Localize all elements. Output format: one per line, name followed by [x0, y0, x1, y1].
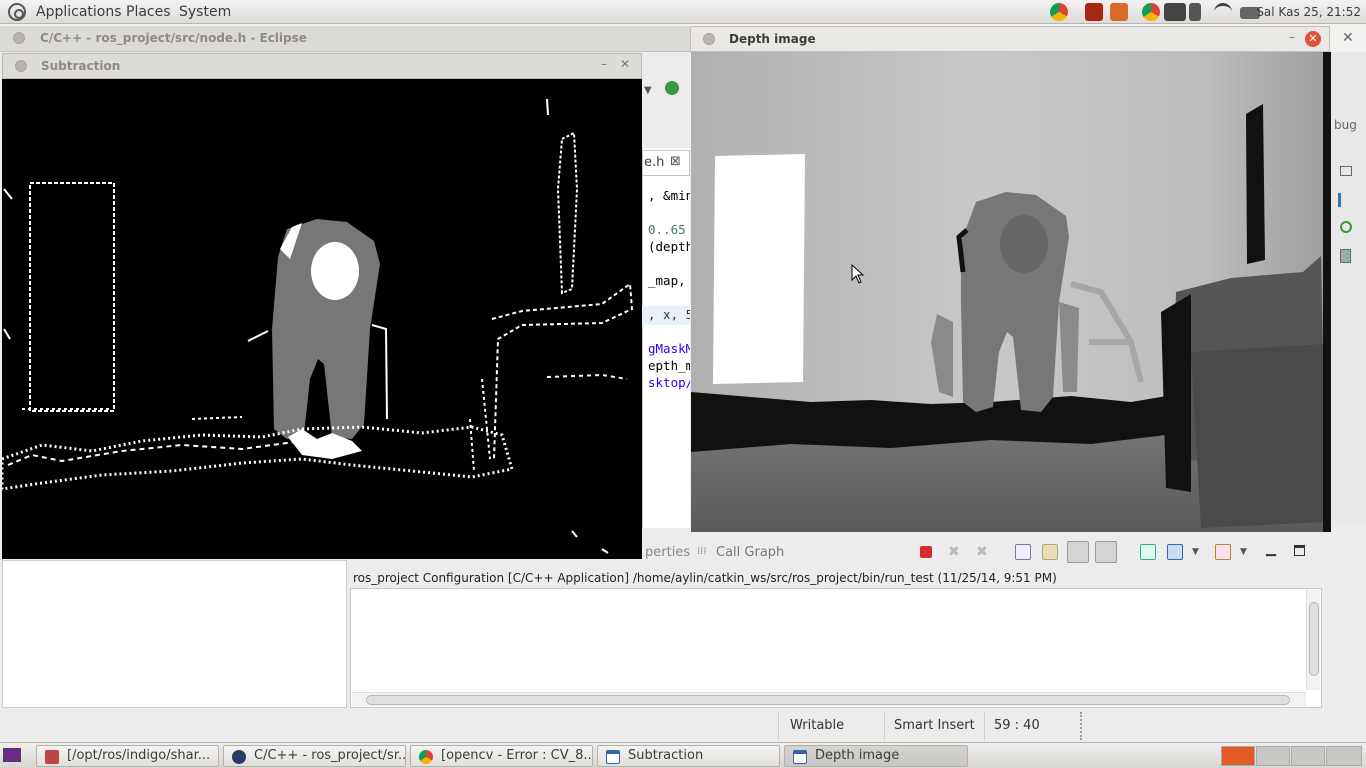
- subtraction-title: Subtraction: [41, 59, 121, 73]
- chevron-down-icon[interactable]: ▼: [1240, 547, 1247, 557]
- code-editor[interactable]: [642, 148, 690, 528]
- top-panel: Applications Places System Sal Kas 25, 2…: [0, 0, 1366, 24]
- depth-image-title: Depth image: [729, 32, 816, 46]
- clear-console-icon[interactable]: [1015, 544, 1031, 560]
- workspace-3[interactable]: [1291, 746, 1325, 766]
- window-icon: [793, 750, 807, 764]
- code-line: _map,: [648, 273, 686, 288]
- run-icon[interactable]: [665, 81, 679, 95]
- depth-image: [691, 52, 1331, 532]
- status-writable: Writable: [790, 718, 845, 733]
- eclipse-icon: [232, 750, 246, 764]
- workspace-4[interactable]: [1326, 746, 1362, 766]
- show-stdout-icon[interactable]: [1067, 541, 1089, 563]
- depth-image-titlebar[interactable]: Depth image – ✕: [690, 26, 1330, 52]
- maximize-view-icon[interactable]: [1294, 545, 1305, 556]
- remove-all-icon[interactable]: ✖: [976, 544, 992, 560]
- left-view-pane: [2, 560, 347, 708]
- console-launch-description: ros_project Configuration [C/C++ Applica…: [353, 571, 1057, 585]
- tab-close-icon[interactable]: ⊠: [670, 154, 681, 169]
- remove-launch-icon[interactable]: ✖: [948, 544, 964, 560]
- menu-system[interactable]: System: [179, 4, 231, 20]
- status-insert-mode: Smart Insert: [894, 718, 975, 733]
- status-cursor-position: 59 : 40: [994, 718, 1040, 733]
- keyboard-icon[interactable]: [1164, 3, 1186, 21]
- menu-places[interactable]: Places: [126, 4, 171, 20]
- console-horizontal-scrollbar[interactable]: [352, 692, 1306, 706]
- outline-icon[interactable]: [1338, 193, 1352, 207]
- editor-tab-label: e.h: [644, 155, 665, 170]
- terminal-icon: [45, 750, 59, 764]
- editor-tab-node-h[interactable]: e.h ⊠: [642, 150, 690, 176]
- home-launcher-icon[interactable]: [1110, 3, 1128, 21]
- close-icon[interactable]: ✕: [620, 57, 630, 71]
- open-console-icon[interactable]: [1215, 544, 1231, 560]
- task-chrome[interactable]: [opencv - Error : CV_8...: [410, 745, 593, 767]
- app-launcher-icon[interactable]: [1085, 3, 1103, 21]
- task-eclipse[interactable]: C/C++ - ros_project/sr...: [223, 745, 406, 767]
- chrome-tray-icon[interactable]: [1142, 3, 1160, 21]
- task-label: [/opt/ros/indigo/shar...: [67, 748, 211, 763]
- task-label: Subtraction: [628, 748, 704, 763]
- wifi-icon[interactable]: [1214, 3, 1232, 21]
- eclipse-titlebar[interactable]: C/C++ - ros_project/src/node.h - Eclipse: [0, 26, 700, 52]
- workspace-1[interactable]: [1221, 746, 1255, 766]
- mouse-cursor-icon: [851, 264, 865, 284]
- minimize-icon[interactable]: –: [601, 57, 607, 71]
- code-line: (depth: [648, 239, 690, 254]
- debug-perspective-label[interactable]: bug: [1334, 118, 1357, 132]
- pin-console-icon[interactable]: [1140, 544, 1156, 560]
- restore-icon[interactable]: [1340, 166, 1352, 176]
- task-depth-image[interactable]: Depth image: [784, 745, 968, 767]
- close-icon[interactable]: ✕: [1342, 30, 1354, 46]
- minimize-view-icon[interactable]: ▁: [1266, 542, 1276, 557]
- volume-icon[interactable]: [1189, 3, 1201, 21]
- code-line: , x, 5: [648, 307, 690, 322]
- show-desktop-icon[interactable]: [3, 748, 21, 762]
- chevron-down-icon[interactable]: ▼: [1192, 547, 1199, 557]
- tab-properties[interactable]: perties: [645, 545, 690, 560]
- target-icon[interactable]: [1340, 221, 1352, 233]
- display-console-icon[interactable]: [1167, 544, 1183, 560]
- tab-call-graph[interactable]: Call Graph: [716, 545, 784, 560]
- subtraction-image: [2, 79, 642, 559]
- console-vertical-scrollbar[interactable]: [1306, 590, 1320, 690]
- chrome-icon: [419, 750, 433, 764]
- show-stderr-icon[interactable]: [1095, 541, 1117, 563]
- eclipse-title: C/C++ - ros_project/src/node.h - Eclipse: [40, 31, 307, 45]
- subtraction-mask-graphic: [2, 79, 642, 559]
- code-line: sktop/: [648, 375, 690, 390]
- task-terminal[interactable]: [/opt/ros/indigo/shar...: [36, 745, 219, 767]
- window-icon: [606, 750, 620, 764]
- code-line: gMaskM: [648, 341, 690, 356]
- task-label: Depth image: [815, 748, 900, 763]
- scroll-lock-icon[interactable]: [1042, 544, 1058, 560]
- chrome-launcher-icon[interactable]: [1050, 3, 1068, 21]
- document-icon[interactable]: [1340, 249, 1351, 263]
- window-menu-icon[interactable]: [15, 60, 27, 72]
- dropdown-arrow-icon[interactable]: ▼: [644, 85, 652, 96]
- clock[interactable]: Sal Kas 25, 21:52: [1256, 5, 1361, 19]
- code-line: , &min: [648, 188, 690, 203]
- depth-image-graphic: [691, 52, 1331, 532]
- status-bar: [0, 710, 1366, 742]
- workspace-2[interactable]: [1256, 746, 1290, 766]
- terminate-icon[interactable]: [920, 546, 932, 558]
- task-label: [opencv - Error : CV_8...: [441, 748, 593, 763]
- console-output[interactable]: [350, 588, 1322, 708]
- close-icon[interactable]: ✕: [1305, 31, 1321, 47]
- task-label: C/C++ - ros_project/sr...: [254, 748, 406, 763]
- window-menu-icon[interactable]: [703, 33, 715, 45]
- menu-applications[interactable]: Applications: [36, 4, 122, 20]
- code-line: epth_m: [648, 358, 690, 373]
- task-subtraction[interactable]: Subtraction: [597, 745, 780, 767]
- code-line: 0..65: [648, 222, 686, 237]
- subtraction-titlebar[interactable]: Subtraction – ✕: [2, 53, 642, 79]
- window-menu-icon[interactable]: [13, 32, 25, 44]
- minimize-icon[interactable]: –: [1289, 30, 1295, 44]
- ubuntu-logo-icon[interactable]: [8, 3, 26, 21]
- call-graph-icon: ⁞⁞⁞: [697, 546, 707, 557]
